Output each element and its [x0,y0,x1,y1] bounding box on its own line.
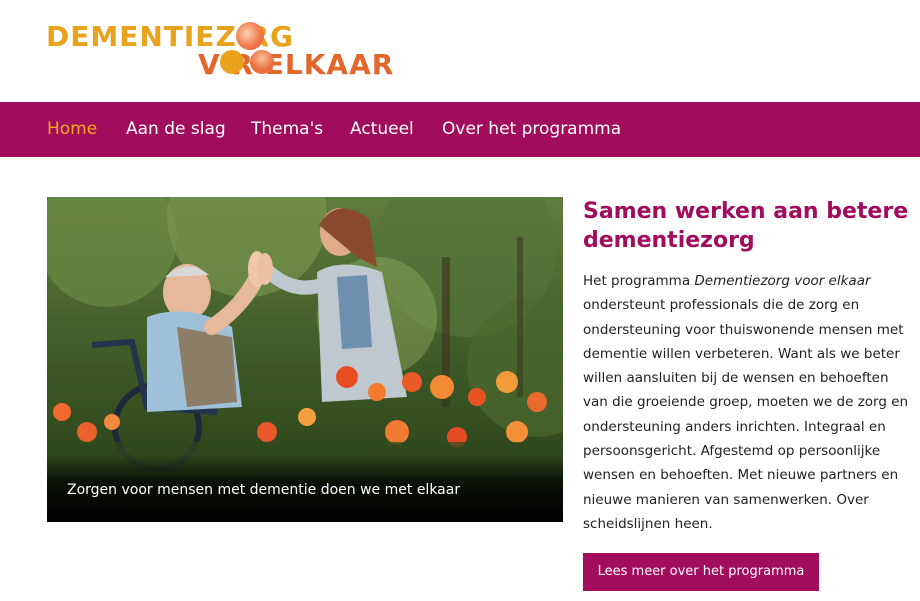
intro-section: Samen werken aan betere dementiezorg Het… [583,197,913,536]
main-navigation: Home Aan de slag Thema's Actueel Over he… [0,102,920,157]
intro-program-name: Dementiezorg voor elkaar [694,273,871,289]
logo-o-circle-icon [250,50,274,74]
read-more-button[interactable]: Lees meer over het programma [583,553,819,591]
site-logo[interactable]: DEMENTIEZ RG V R ELKAAR [46,18,446,82]
intro-title: Samen werken aan betere dementiezorg [583,199,909,253]
intro-text-body: ondersteunt professionals die de zorg en… [583,297,909,532]
intro-text-prefix: Het programma [583,273,695,289]
logo-o-circle-icon [220,50,244,74]
hero-image[interactable]: Zorgen voor mensen met dementie doen we … [47,197,563,522]
intro-text: Het programma Dementiezorg voor elkaar o… [583,269,913,536]
nav-item-aan-de-slag[interactable]: Aan de slag [126,119,226,139]
nav-item-home[interactable]: Home [47,119,97,139]
hero-caption: Zorgen voor mensen met dementie doen we … [67,482,461,498]
site-header: DEMENTIEZ RG V R ELKAAR [0,0,920,102]
nav-item-actueel[interactable]: Actueel [350,119,414,139]
nav-item-themas[interactable]: Thema's [251,119,323,139]
logo-o-circle-icon [236,22,264,50]
nav-item-over-het-programma[interactable]: Over het programma [442,119,621,139]
